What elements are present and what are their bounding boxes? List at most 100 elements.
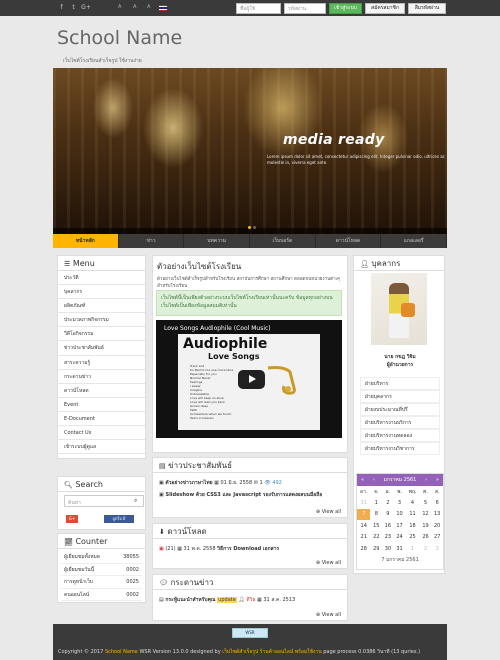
calendar-day[interactable]: 21 — [357, 532, 370, 543]
calendar-day[interactable]: 31 — [357, 497, 370, 508]
calendar-day[interactable]: 27 — [431, 532, 443, 543]
twitter-icon[interactable]: t — [70, 4, 77, 11]
director-photo[interactable] — [371, 273, 427, 345]
banner-slideshow[interactable]: media ready Lorem ipsum dolor sit amet, … — [53, 68, 447, 234]
board-view-all[interactable]: ⊕ View all — [316, 612, 341, 618]
menu-item-contact[interactable]: Contact Us — [58, 426, 145, 441]
download-title[interactable]: วิธีการ Download เอกสาร — [217, 546, 279, 552]
personnel-group-item[interactable]: ฝ่ายงบประมาณที่ปรึ — [360, 403, 440, 416]
calendar-day[interactable]: 14 — [357, 520, 370, 531]
calendar-day[interactable]: 9 — [382, 509, 394, 520]
video-title[interactable]: Love Songs Audiophile (Cool Music) — [164, 325, 271, 332]
font-size-small[interactable]: A — [118, 4, 121, 10]
calendar-prev-year[interactable]: « — [361, 474, 364, 486]
login-button[interactable]: เข้าสู่ระบบ — [329, 3, 362, 14]
thai-flag-icon[interactable] — [159, 5, 167, 11]
calendar-day[interactable]: 23 — [382, 532, 394, 543]
menu-item-event[interactable]: Event — [58, 398, 145, 412]
password-input[interactable]: รหัสผ่าน — [284, 3, 326, 14]
slide-dot[interactable] — [253, 226, 256, 229]
slide-dot[interactable] — [248, 226, 251, 229]
personnel-group-item[interactable]: ฝ่ายบริหารงานวิชาการ — [360, 442, 440, 455]
nav-articles[interactable]: บทความ — [184, 234, 251, 248]
calendar-day[interactable]: 19 — [420, 520, 432, 531]
menu-item-videos[interactable]: วีดีโอกิจกรรม — [58, 327, 145, 342]
calendar-day[interactable]: 11 — [405, 509, 419, 520]
view-all-label[interactable]: View all — [322, 560, 341, 566]
footer-designer-link[interactable]: เว็บไซต์สำเร็จรูป ร้านค้าออนไลน์ พร้อมใช… — [222, 649, 321, 655]
news-title[interactable]: Slideshow ด้วย CSS3 และ Javascript รองรั… — [165, 492, 322, 498]
calendar-day[interactable]: 12 — [420, 509, 432, 520]
pr-news-view-all[interactable]: ⊕ View all — [316, 509, 341, 515]
calendar-next-month[interactable]: › — [425, 474, 427, 486]
calendar-day[interactable]: 30 — [382, 543, 394, 554]
calendar-day[interactable]: 5 — [420, 497, 432, 508]
calendar-day[interactable]: 22 — [370, 532, 382, 543]
downloads-view-all[interactable]: ⊕ View all — [316, 560, 341, 566]
calendar-day[interactable]: 24 — [394, 532, 406, 543]
nav-gallery[interactable]: แกลเลอรี่ — [381, 234, 448, 248]
personnel-group-item[interactable]: ฝ่ายบริหารงานทดลอง — [360, 429, 440, 442]
nav-home[interactable]: หน้าหลัก — [53, 234, 119, 248]
footer-school-link[interactable]: School Name — [105, 649, 138, 655]
calendar-day[interactable]: 25 — [405, 532, 419, 543]
board-title[interactable]: กระทู้แนะนำสำหรับคุณ — [165, 597, 215, 603]
site-title[interactable]: School Name — [57, 27, 182, 49]
calendar-day[interactable]: 8 — [370, 509, 382, 520]
footer-logo[interactable]: WSR — [232, 628, 268, 638]
calendar-day[interactable]: 20 — [431, 520, 443, 531]
news-title[interactable]: ตัวอย่างข่าวภาษาไทย — [165, 480, 212, 486]
personnel-group-item[interactable]: ฝ่ายบริหาร — [360, 377, 440, 390]
calendar-day[interactable]: 17 — [394, 520, 406, 531]
download-item[interactable]: ▣ (21) ▦ 31 พ.ค. 2558 วิธีการ Download เ… — [153, 545, 285, 553]
calendar-prev-month[interactable]: ‹ — [373, 474, 375, 486]
calendar-day[interactable]: 3 — [394, 497, 406, 508]
calendar-day[interactable]: 18 — [405, 520, 419, 531]
menu-item-knowledge[interactable]: สาระความรู้ — [58, 356, 145, 370]
google-plus-icon[interactable]: G+ — [81, 4, 91, 11]
calendar-day[interactable]: 13 — [431, 509, 443, 520]
font-size-large[interactable]: A — [147, 4, 150, 10]
video-embed[interactable]: Love Songs Audiophile (Cool Music) Audio… — [156, 320, 342, 438]
news-item[interactable]: ▣ ตัวอย่างข่าวภาษาไทย ▦ 01 มิ.ย. 2558 ✉ … — [153, 479, 288, 487]
calendar-day[interactable]: 6 — [431, 497, 443, 508]
calendar-day[interactable]: 2 — [420, 543, 432, 554]
news-item[interactable]: ▣ Slideshow ด้วย CSS3 และ Javascript รอง… — [153, 491, 328, 499]
font-size-medium[interactable]: A — [133, 4, 136, 10]
calendar-day[interactable]: 3 — [431, 543, 443, 554]
facebook-like-button[interactable]: ถูกใจ 0 — [104, 515, 134, 523]
calendar-day[interactable]: 26 — [420, 532, 432, 543]
menu-item-pr-news[interactable]: ข่าวประชาสัมพันธ์ — [58, 341, 145, 356]
register-button[interactable]: สมัครสมาชิก — [365, 3, 405, 14]
username-input[interactable]: ชื่อผู้ใช้ — [236, 3, 281, 14]
menu-item-download[interactable]: ดาวน์โหลด — [58, 384, 145, 398]
calendar-day[interactable]: 29 — [370, 543, 382, 554]
menu-item-products[interactable]: ผลิตภัณฑ์ — [58, 299, 145, 314]
menu-item-photo-gallery[interactable]: ประมวลภาพกิจกรรม — [58, 313, 145, 328]
calendar-day[interactable]: 4 — [405, 497, 419, 508]
calendar-day-today[interactable]: 7 — [357, 508, 371, 521]
play-button[interactable] — [238, 370, 265, 389]
calendar-day[interactable]: 15 — [370, 520, 382, 531]
nav-download[interactable]: ดาวน์โหลด — [316, 234, 382, 248]
view-all-label[interactable]: View all — [322, 612, 341, 618]
menu-item-history[interactable]: ประวัติ — [58, 271, 145, 286]
calendar-day[interactable]: 31 — [394, 543, 406, 554]
personnel-group-item[interactable]: ฝ่ายบริหารงานบริการ — [360, 416, 440, 429]
nav-webboard[interactable]: เว็บบอร์ด — [250, 234, 316, 248]
forgot-password-button[interactable]: ลืมรหัสผ่าน — [408, 3, 446, 14]
menu-item-personnel[interactable]: บุคลากร — [58, 285, 145, 300]
personnel-group-item[interactable]: ฝ่ายบุคลากร — [360, 390, 440, 403]
calendar-day[interactable]: 1 — [405, 543, 419, 554]
search-input[interactable]: ค้นหา — [64, 495, 144, 507]
board-item[interactable]: ▤ กระทู้แนะนำสำหรับคุณ update 👤︎ ดีวิธ ▦… — [153, 596, 301, 604]
nav-news[interactable]: ข่าว — [119, 234, 185, 248]
search-submit-icon[interactable]: ⌕ — [134, 497, 137, 505]
calendar-day[interactable]: 16 — [382, 520, 394, 531]
menu-item-edocument[interactable]: E-Document — [58, 412, 145, 427]
view-all-label[interactable]: View all — [322, 509, 341, 515]
calendar-day[interactable]: 2 — [382, 497, 394, 508]
calendar-day[interactable]: 10 — [394, 509, 406, 520]
facebook-icon[interactable]: f — [58, 4, 65, 11]
google-plus-button[interactable]: G+ — [66, 515, 78, 523]
